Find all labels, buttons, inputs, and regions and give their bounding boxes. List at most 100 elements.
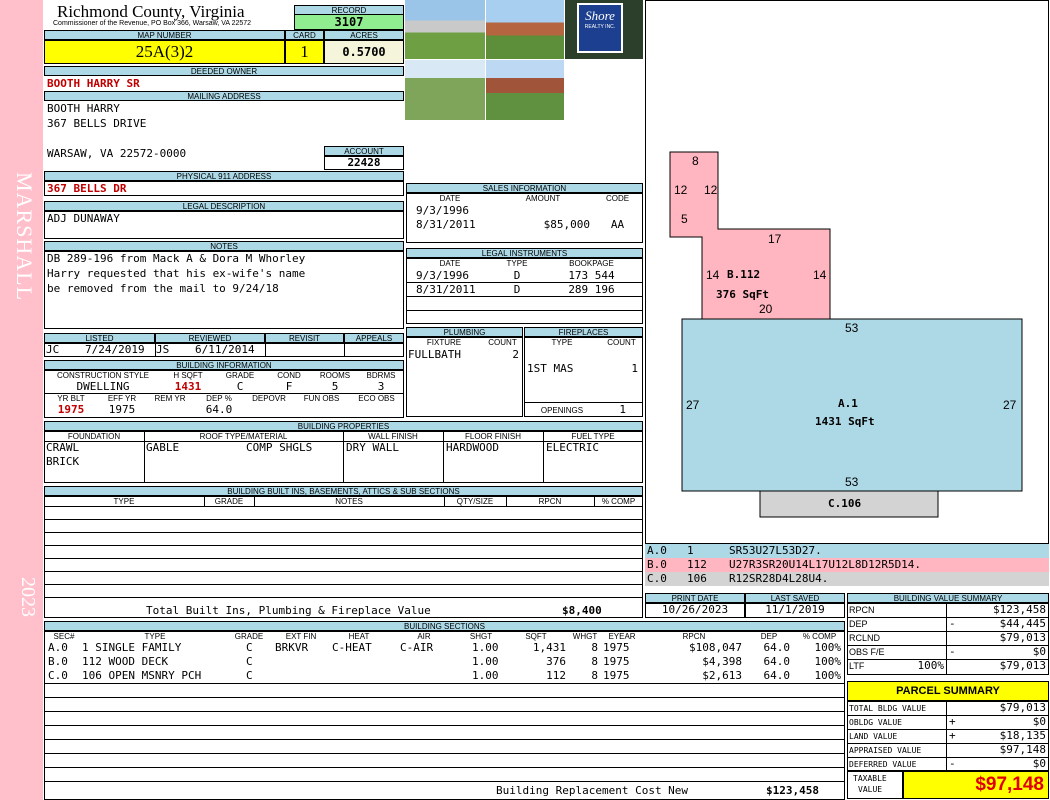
section-cell: C xyxy=(246,641,253,654)
sections-header: SHGT xyxy=(469,632,493,641)
vs-value: $0 xyxy=(1032,645,1046,658)
notes-line-1: DB 289-196 from Mack A & Dora M Whorley xyxy=(47,252,306,265)
section-cell: 106 OPEN MSNRY PCH xyxy=(82,669,202,682)
vs-label: DEP xyxy=(849,619,868,629)
legal-instruments-label: LEGAL INSTRUMENTS xyxy=(406,248,643,258)
bi-header: ECO OBS xyxy=(358,394,395,403)
bi-value: 1975 xyxy=(108,403,136,416)
listed-date: 7/24/2019 xyxy=(85,343,145,356)
section-cell: C.0 xyxy=(48,669,68,682)
builtins-row-line xyxy=(44,571,643,572)
builtins-header: QTY/SIZE xyxy=(456,497,494,506)
props-header: FOUNDATION xyxy=(67,432,121,441)
sections-row-line xyxy=(44,781,845,782)
appeals-label: APPEALS xyxy=(344,333,404,343)
dim-a-left: 27 xyxy=(686,398,700,412)
plumbing-fixture: FULLBATH xyxy=(408,348,461,361)
builtins-row-line xyxy=(44,532,643,533)
house-photo-3[interactable] xyxy=(405,60,485,120)
sales-header: DATE xyxy=(439,194,461,203)
instruments-divider xyxy=(406,310,643,311)
sketch-c-label: C.106 xyxy=(828,497,862,510)
house-photo-4[interactable] xyxy=(486,60,564,120)
bi-header: EFF YR xyxy=(107,394,137,403)
bi-value: 3 xyxy=(377,380,385,393)
realty-logo-photo[interactable]: Shore REALTY INC. xyxy=(565,0,643,59)
foundation-2: BRICK xyxy=(46,455,80,468)
builtins-total-value: $8,400 xyxy=(562,604,602,617)
realty-logo-subtext: REALTY INC. xyxy=(584,24,616,30)
notes-label: NOTES xyxy=(44,241,404,251)
fireplaces-header: COUNT xyxy=(607,338,636,347)
builtins-header: NOTES xyxy=(335,497,363,506)
replacement-cost-value: $123,458 xyxy=(766,784,819,797)
section-cell: 1.00 xyxy=(472,669,499,682)
parcel-row-value: $18,135 xyxy=(999,729,1046,742)
section-cell: $108,047 xyxy=(689,641,742,654)
parcel-row-label: APPRAISED VALUE xyxy=(849,746,922,755)
props-header: FLOOR FINISH xyxy=(464,432,521,441)
record-value: 3107 xyxy=(294,14,404,30)
map-number-value: 25A(3)2 xyxy=(44,40,285,64)
realty-logo-text: Shore xyxy=(585,8,615,23)
account-value: 22428 xyxy=(324,156,404,170)
wall-finish: DRY WALL xyxy=(346,441,399,454)
builtins-row-line xyxy=(44,584,643,585)
legend-code: C.0 xyxy=(647,572,667,585)
builtins-header: GRADE xyxy=(214,497,244,506)
fireplaces-label: FIREPLACES xyxy=(524,327,643,337)
section-cell: 1975 xyxy=(603,641,630,654)
parcel-row-value: $79,013 xyxy=(999,701,1046,714)
dim-b-top: 8 xyxy=(692,154,699,168)
builtins-header: % COMP xyxy=(601,497,636,506)
section-cell: 64.0 xyxy=(763,641,791,654)
instruments-header: BOOKPAGE xyxy=(569,259,614,268)
builtins-row-line xyxy=(44,519,643,520)
openings-value: 1 xyxy=(619,403,626,416)
house-photo-1[interactable] xyxy=(405,0,485,59)
sketch-a-area: 1431 SqFt xyxy=(815,415,875,428)
instrument-type: D xyxy=(513,269,521,282)
section-cell: 112 WOOD DECK xyxy=(82,655,169,668)
sections-row-line xyxy=(44,725,845,726)
section-cell: C-AIR xyxy=(400,641,434,654)
dim-b-14b: 14 xyxy=(813,268,827,282)
revisit-label: REVISIT xyxy=(265,333,344,343)
section-cell: 1.00 xyxy=(472,641,499,654)
sales-header: CODE xyxy=(605,194,630,203)
taxable-label-1: TAXABLE xyxy=(853,774,887,783)
section-cell: 64.0 xyxy=(763,655,791,668)
legal-description: ADJ DUNAWAY xyxy=(47,212,120,225)
physical-address-box xyxy=(44,181,404,196)
builtins-divider xyxy=(254,496,255,506)
bi-header: FUN OBS xyxy=(303,394,340,403)
dim-b-5: 5 xyxy=(681,212,688,226)
print-date: 10/26/2023 xyxy=(661,603,729,616)
reviewed-label: REVIEWED xyxy=(155,333,265,343)
house-photo-2[interactable] xyxy=(486,0,564,59)
bi-header: GRADE xyxy=(225,371,255,380)
section-cell: $2,613 xyxy=(702,669,742,682)
dim-a-bottom: 53 xyxy=(845,475,859,489)
bi-header: CONSTRUCTION STYLE xyxy=(56,371,149,380)
county-title: Richmond County, Virginia xyxy=(57,2,245,21)
props-header: WALL FINISH xyxy=(368,432,418,441)
physical-address-label: PHYSICAL 911 ADDRESS xyxy=(44,171,404,181)
bi-header: REM YR xyxy=(154,394,186,403)
roof-material: COMP SHGLS xyxy=(246,441,313,454)
built-ins-box xyxy=(44,496,643,618)
sections-row-line xyxy=(44,711,845,712)
review-divider xyxy=(265,343,266,357)
legal-description-label: LEGAL DESCRIPTION xyxy=(44,201,404,211)
sales-information-label: SALES INFORMATION xyxy=(406,183,643,193)
fireplaces-header: TYPE xyxy=(551,338,573,347)
value-summary-label: BUILDING VALUE SUMMARY xyxy=(847,593,1049,603)
dim-b-20: 20 xyxy=(759,302,773,316)
account-label: ACCOUNT xyxy=(324,146,404,156)
bi-header: BDRMS xyxy=(366,371,396,380)
parcel-row-value: $97,148 xyxy=(999,743,1046,756)
section-cell: 1 SINGLE FAMILY xyxy=(82,641,182,654)
sections-header: WHGT xyxy=(572,632,598,641)
section-cell: B.0 xyxy=(48,655,68,668)
legend-desc: U27R3SR20U14L17U12L8D12R5D14. xyxy=(729,558,922,571)
